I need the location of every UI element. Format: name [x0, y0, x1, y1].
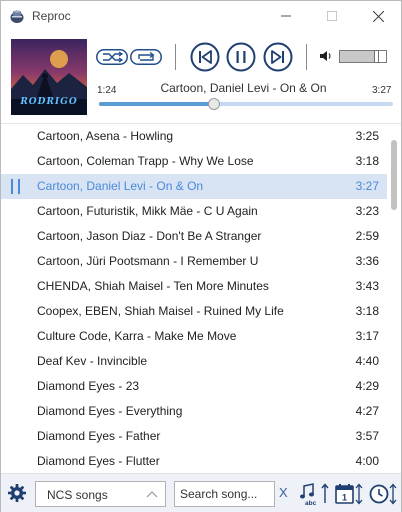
track-duration: 4:40	[355, 354, 379, 368]
track-row-playing[interactable]: Cartoon, Daniel Levi - On & On 3:27	[1, 174, 387, 199]
track-row[interactable]: Coopex, EBEN, Shiah Maisel - Ruined My L…	[1, 299, 387, 324]
track-title: Diamond Eyes - Father	[37, 429, 161, 443]
track-duration: 2:59	[355, 229, 379, 243]
volume-thumb[interactable]	[373, 50, 379, 63]
track-list[interactable]: Diamond Eyes - Flutter 4:00 Diamond Eyes -…	[1, 123, 401, 473]
minimize-button[interactable]	[263, 1, 309, 31]
track-row[interactable]: Cartoon, Jason Diaz - Don't Be A Strange…	[1, 224, 387, 249]
scrollbar-thumb[interactable]	[391, 140, 397, 210]
close-icon	[372, 10, 384, 22]
track-title: Cartoon, Asena - Howling	[37, 129, 174, 143]
title-bar[interactable]: Reproc	[1, 1, 401, 31]
seek-progress	[99, 102, 214, 106]
app-window: Reproc RODRIGO 1:24 Cartoon, Daniel Levi…	[0, 0, 402, 512]
playlist-select-value: NCS songs	[47, 488, 108, 502]
bomb-icon	[10, 10, 24, 23]
track-row[interactable]: Diamond Eyes - 23 4:29	[1, 374, 387, 399]
sort-by-date-icon[interactable]: 1	[334, 481, 366, 507]
track-row[interactable]: Diamond Eyes - Everything 4:27	[1, 399, 387, 424]
control-divider	[306, 44, 307, 70]
track-row[interactable]: Diamond Eyes - Father 3:57	[1, 424, 387, 449]
track-duration: 3:27	[355, 179, 379, 193]
track-duration: 3:25	[355, 129, 379, 143]
skip-next-icon	[263, 42, 293, 72]
track-title: Culture Code, Karra - Make Me Move	[37, 329, 237, 343]
playing-indicator-icon	[10, 179, 22, 194]
repeat-icon	[130, 49, 162, 65]
cover-text: RODRIGO	[20, 97, 78, 107]
track-duration: 4:29	[355, 379, 379, 393]
track-title: Diamond Eyes - 23	[37, 379, 140, 393]
track-duration: 3:43	[355, 279, 379, 293]
clear-search-button[interactable]: X	[279, 485, 288, 500]
track-row[interactable]: Cartoon, Jüri Pootsmann - I Remember U 3:…	[1, 249, 387, 274]
album-cover: RODRIGO	[11, 39, 87, 115]
track-row[interactable]: Diamond Eyes - Flutter 4:00	[1, 449, 387, 473]
search-input[interactable]	[175, 482, 274, 506]
seek-thumb[interactable]	[207, 98, 220, 110]
track-title: Diamond Eyes - Everything	[37, 404, 183, 418]
control-divider	[175, 44, 176, 70]
track-row[interactable]: CHENDA, Shiah Maisel - Ten More Minutes 3…	[1, 274, 387, 299]
track-title: Cartoon, Coleman Trapp - Why We Lose	[37, 154, 254, 168]
track-row[interactable]: Deaf Kev - Invincible 4:40	[1, 349, 387, 374]
maximize-icon	[327, 11, 337, 21]
shuffle-button[interactable]	[96, 49, 128, 65]
track-title: Coopex, EBEN, Shiah Maisel - Ruined My L…	[37, 304, 284, 318]
shuffle-icon	[96, 49, 128, 65]
track-duration: 3:57	[355, 429, 379, 443]
volume-level	[340, 51, 377, 62]
pause-icon	[226, 42, 256, 72]
track-duration: 4:27	[355, 404, 379, 418]
sort-by-title-icon[interactable]: abc	[298, 481, 334, 507]
track-duration: 3:18	[355, 304, 379, 318]
track-row[interactable]: Cartoon, Coleman Trapp - Why We Lose 3:18	[1, 149, 387, 174]
maximize-button[interactable]	[309, 1, 355, 31]
next-track-button[interactable]	[263, 42, 293, 72]
minimize-icon	[281, 15, 291, 17]
current-time: 1:24	[97, 85, 117, 96]
track-duration: 4:00	[355, 454, 379, 468]
track-duration: 3:17	[355, 329, 379, 343]
volume-slider[interactable]	[339, 50, 387, 63]
track-row[interactable]: Cartoon, Futuristik, Mikk Mäe - C U Agai…	[1, 199, 387, 224]
skip-previous-icon	[190, 42, 220, 72]
track-duration: 3:36	[355, 254, 379, 268]
pause-button[interactable]	[226, 42, 256, 72]
speaker-icon[interactable]	[319, 49, 333, 63]
chevron-up-icon	[146, 491, 158, 498]
track-title: Cartoon, Futuristik, Mikk Mäe - C U Agai…	[37, 204, 258, 218]
total-time: 3:27	[372, 85, 392, 96]
now-playing-title: Cartoon, Daniel Levi - On & On	[160, 81, 327, 95]
track-title: Diamond Eyes - Flutter	[37, 454, 160, 468]
close-button[interactable]	[355, 1, 401, 31]
previous-track-button[interactable]	[190, 42, 220, 72]
footer-toolbar: NCS songs X abc 1	[1, 473, 401, 512]
repeat-button[interactable]	[130, 49, 162, 65]
track-row[interactable]: Culture Code, Karra - Make Me Move 3:17	[1, 324, 387, 349]
track-duration: 3:23	[355, 204, 379, 218]
scrollbar[interactable]	[388, 124, 400, 473]
search-field[interactable]	[174, 481, 275, 507]
seek-bar[interactable]	[99, 98, 393, 110]
track-title: Cartoon, Jason Diaz - Don't Be A Strange…	[37, 229, 262, 243]
sort-abc-label: abc	[305, 500, 317, 507]
playlist-select[interactable]: NCS songs	[35, 481, 166, 507]
sort-by-duration-icon[interactable]	[368, 481, 400, 507]
gear-icon[interactable]	[7, 483, 27, 503]
track-title: CHENDA, Shiah Maisel - Ten More Minutes	[37, 279, 269, 293]
sort-date-label: 1	[342, 493, 347, 503]
track-duration: 3:18	[355, 154, 379, 168]
track-title: Deaf Kev - Invincible	[37, 354, 148, 368]
track-title: Cartoon, Jüri Pootsmann - I Remember U	[37, 254, 259, 268]
track-title: Cartoon, Daniel Levi - On & On	[37, 179, 204, 193]
track-row[interactable]: Cartoon, Asena - Howling 3:25	[1, 124, 387, 149]
window-title: Reproc	[32, 9, 71, 23]
